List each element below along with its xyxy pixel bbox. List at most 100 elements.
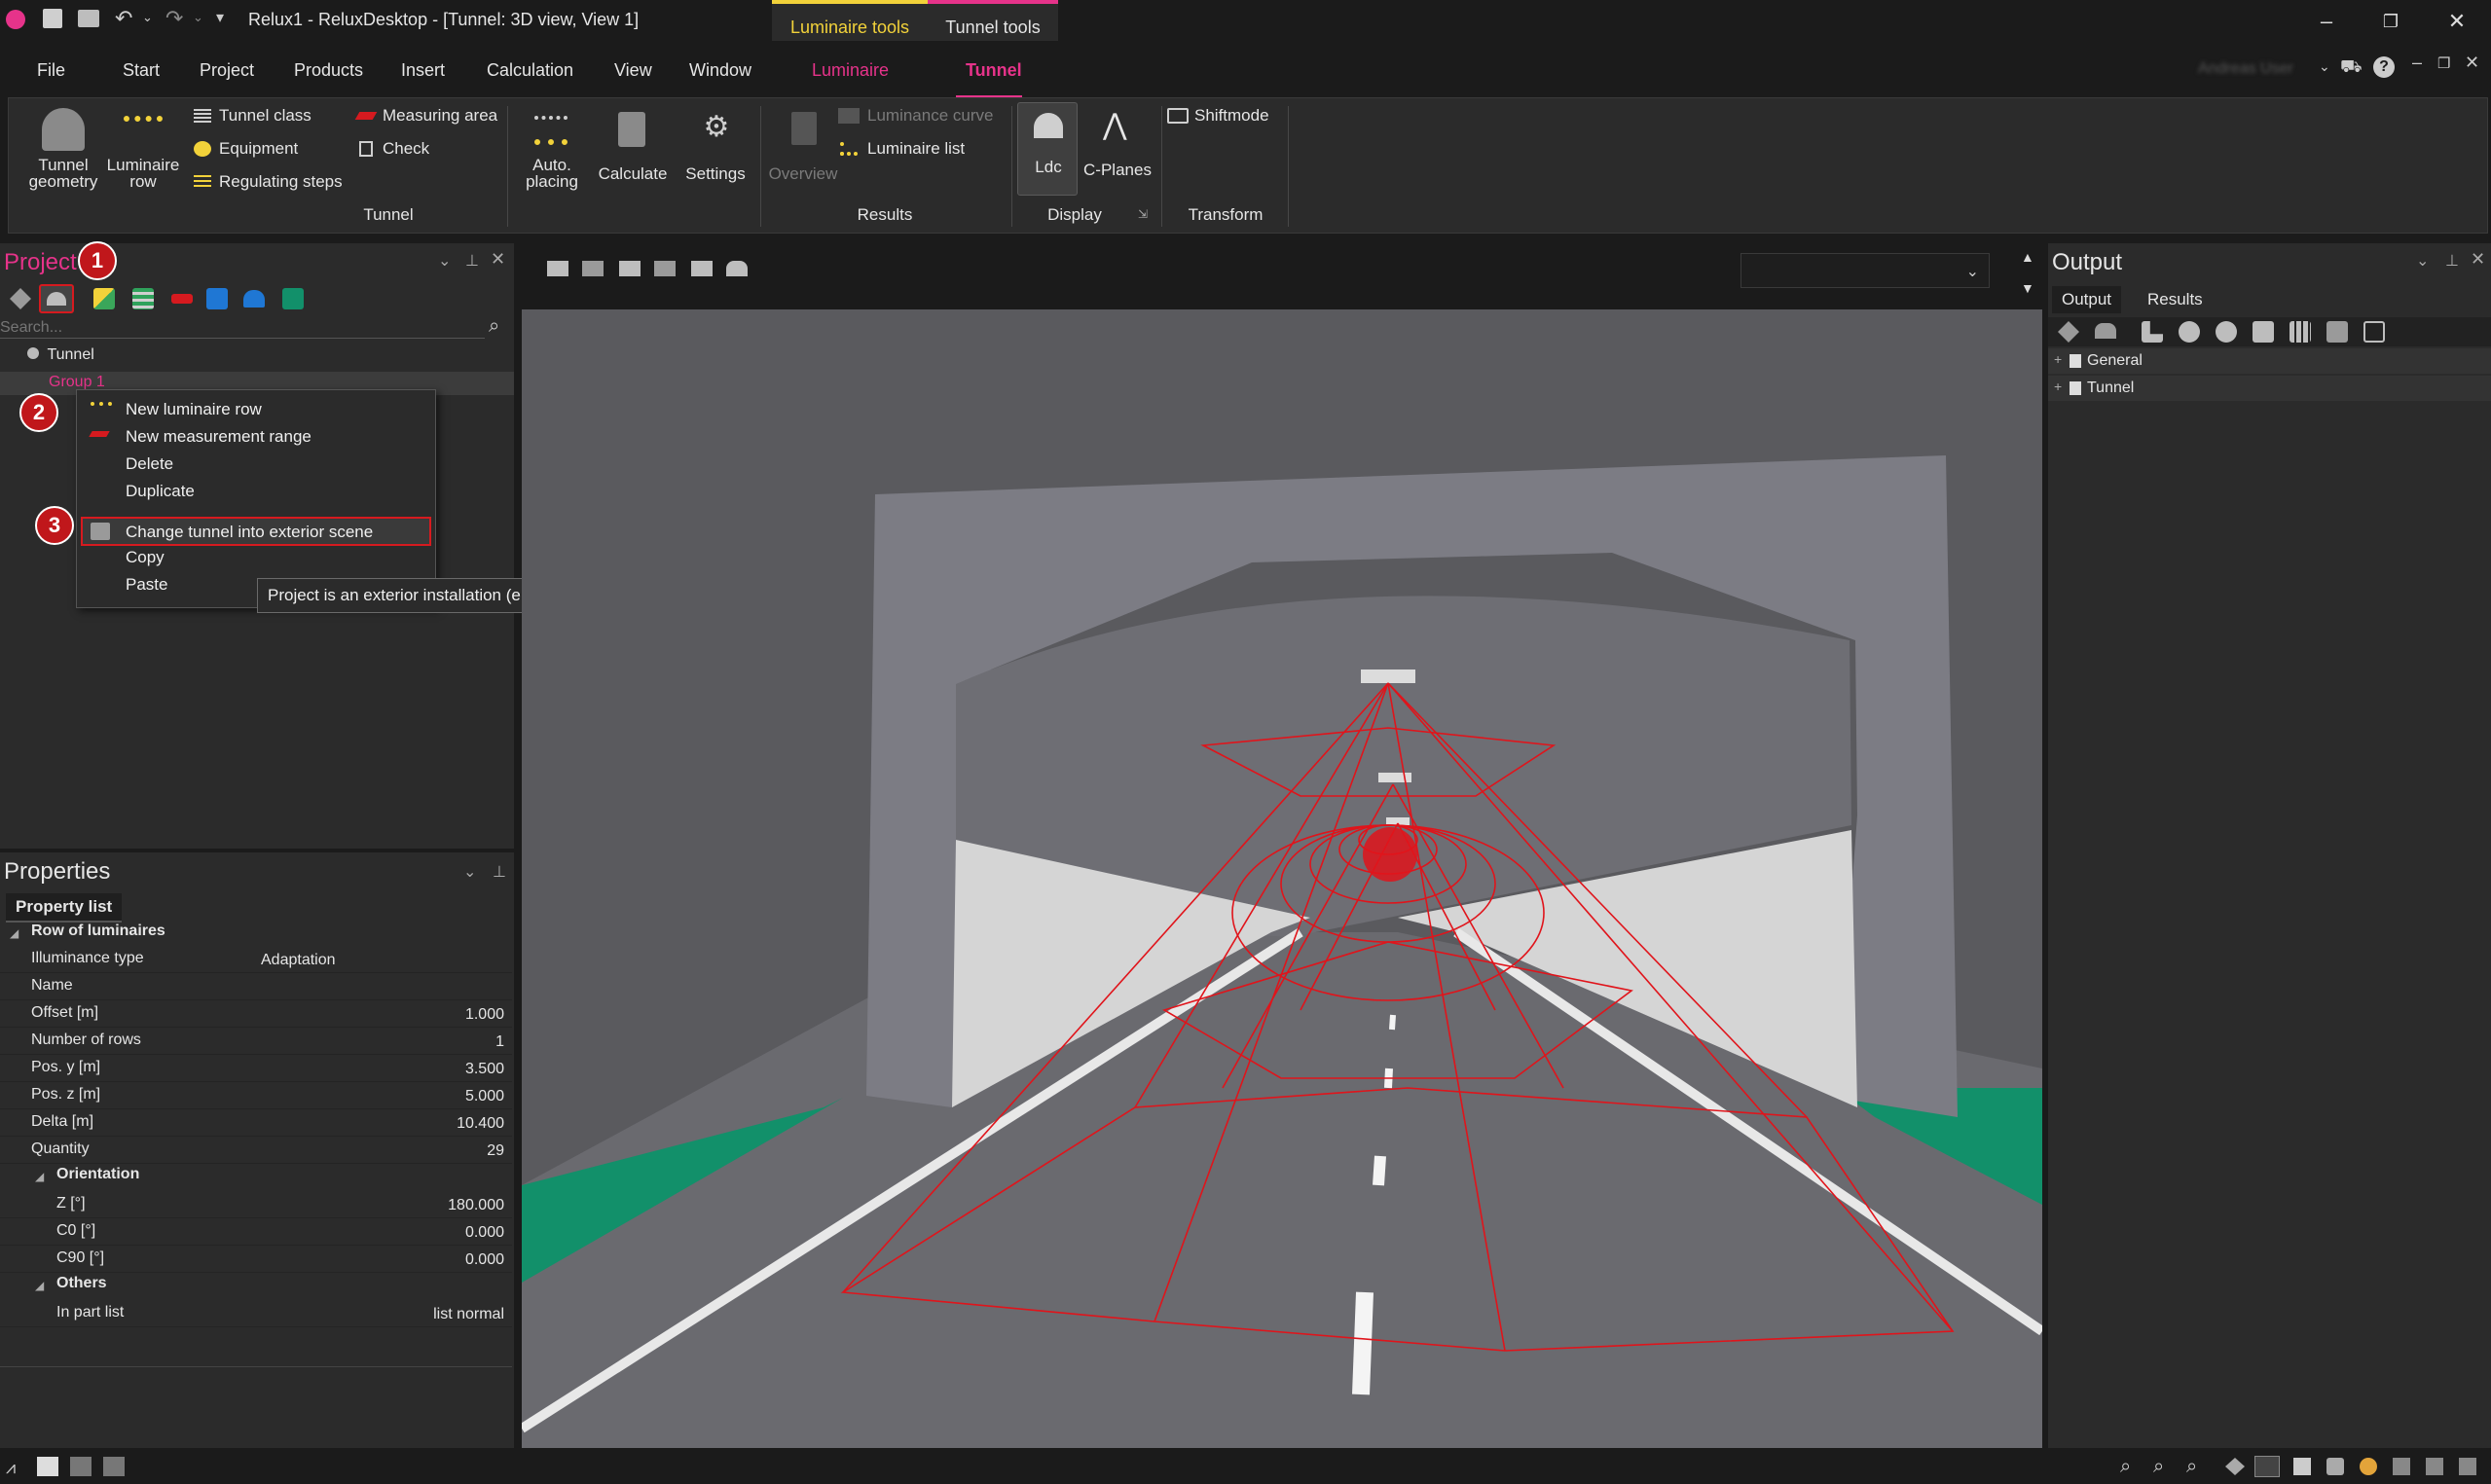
section-others[interactable]: ◢ Others xyxy=(0,1273,512,1298)
layout-image-icon[interactable] xyxy=(103,1457,125,1476)
view-tool-side-icon[interactable] xyxy=(619,261,641,276)
output-table-icon[interactable] xyxy=(2290,321,2311,343)
output-close-icon[interactable]: ✕ xyxy=(2471,249,2485,270)
property-row[interactable]: Z [°] 180.000 xyxy=(0,1191,512,1218)
property-row[interactable]: Delta [m] 10.400 xyxy=(0,1109,512,1137)
view-tool-grid-icon[interactable] xyxy=(547,261,568,276)
undo-dropdown-icon[interactable]: ⌄ xyxy=(142,10,153,25)
search-icon[interactable]: ⌕ xyxy=(489,315,499,338)
emergency-exit-tool-icon[interactable] xyxy=(282,288,304,309)
display-dialog-launcher-icon[interactable]: ⇲ xyxy=(1138,207,1148,221)
menu-window[interactable]: Window xyxy=(689,60,751,81)
panel-dropdown-icon[interactable]: ⌄ xyxy=(438,251,451,271)
search-input[interactable] xyxy=(0,317,477,339)
property-row[interactable]: C0 [°] 0.000 xyxy=(0,1218,512,1246)
3d-viewport[interactable] xyxy=(522,309,2042,1448)
menu-item-new-luminaire-row[interactable]: New luminaire row xyxy=(126,400,262,419)
output-dropdown-icon[interactable]: ⌄ xyxy=(2416,251,2429,271)
auto-placing-button[interactable]: Auto. placing xyxy=(509,106,595,213)
menu-item-delete[interactable]: Delete xyxy=(126,454,173,474)
exterior-view-icon[interactable] xyxy=(2225,1458,2245,1475)
view-tool-perspective-icon[interactable] xyxy=(691,261,713,276)
section-row-of-luminaires[interactable]: ◢ Row of luminaires xyxy=(0,921,512,946)
ldc-button[interactable]: Ldc xyxy=(1017,102,1078,196)
zoom-icon[interactable]: ⌕ xyxy=(2120,1456,2131,1478)
collapse-icon[interactable]: ◢ xyxy=(35,1170,44,1183)
collapse-icon[interactable]: ◢ xyxy=(35,1279,44,1292)
property-row[interactable]: Quantity 29 xyxy=(0,1137,512,1164)
render-icon[interactable] xyxy=(2459,1458,2476,1475)
property-row[interactable]: Offset [m] 1.000 xyxy=(0,1000,512,1028)
account-name[interactable]: Andreas User xyxy=(2198,60,2293,78)
property-value[interactable]: list normal xyxy=(433,1306,504,1323)
close-icon[interactable]: ✕ xyxy=(2437,8,2476,35)
property-value[interactable]: 1 xyxy=(495,1033,504,1051)
properties-pin-icon[interactable]: ⊥ xyxy=(493,862,506,882)
menu-view[interactable]: View xyxy=(614,60,652,81)
tunnel-view-icon[interactable] xyxy=(2254,1456,2280,1477)
quick-access-customize-icon[interactable]: ▾ xyxy=(216,8,224,27)
luminaire-tool-icon[interactable] xyxy=(93,288,115,309)
vehicle-tool-icon[interactable] xyxy=(243,290,265,308)
property-value[interactable]: 10.400 xyxy=(457,1115,504,1133)
account-dropdown-icon[interactable]: ⌄ xyxy=(2319,58,2330,75)
pin-icon[interactable]: ⊥ xyxy=(465,251,479,271)
search-box[interactable] xyxy=(0,317,485,339)
property-row[interactable]: Pos. z [m] 5.000 xyxy=(0,1082,512,1109)
doc-close-icon[interactable]: ✕ xyxy=(2465,53,2479,73)
output-3d-icon[interactable] xyxy=(2179,321,2200,343)
collapse-icon[interactable]: ◢ xyxy=(10,926,18,940)
property-row[interactable]: In part list list normal xyxy=(0,1300,512,1327)
layout-split-icon[interactable] xyxy=(70,1457,92,1476)
settings-button[interactable]: ⚙ Settings xyxy=(675,106,756,213)
zoom-out-icon[interactable]: ⌕ xyxy=(2186,1456,2197,1478)
output-tree-item-tunnel[interactable]: + Tunnel xyxy=(2048,376,2491,401)
false-color-icon[interactable] xyxy=(2393,1458,2410,1475)
object-tool-icon[interactable] xyxy=(206,288,228,309)
property-list-tab[interactable]: Property list xyxy=(6,893,123,923)
print-icon[interactable] xyxy=(78,10,99,27)
luminaire-row-button[interactable]: Luminaire row xyxy=(96,106,190,196)
restore-icon[interactable]: ❐ xyxy=(2371,8,2410,35)
redo-dropdown-icon[interactable]: ⌄ xyxy=(193,10,203,25)
view-tool-top-icon[interactable] xyxy=(654,261,676,276)
undo-icon[interactable]: ↶ xyxy=(115,6,132,31)
properties-dropdown-icon[interactable]: ⌄ xyxy=(463,862,476,882)
menu-insert[interactable]: Insert xyxy=(401,60,445,81)
status-mode-icon[interactable]: ⩘ xyxy=(6,1458,16,1478)
output-room-icon[interactable] xyxy=(2142,321,2163,343)
menu-file[interactable]: File xyxy=(37,60,65,81)
app-logo-icon[interactable] xyxy=(6,10,25,29)
calculate-button[interactable]: Calculate xyxy=(589,106,677,213)
menu-luminaire[interactable]: Luminaire xyxy=(812,60,889,81)
menu-tunnel[interactable]: Tunnel xyxy=(966,60,1022,81)
luminaire-row-tool-icon[interactable] xyxy=(132,288,154,309)
menu-item-duplicate[interactable]: Duplicate xyxy=(126,482,195,501)
doc-restore-icon[interactable]: ❐ xyxy=(2437,54,2450,72)
property-value[interactable]: 29 xyxy=(487,1142,504,1160)
help-icon[interactable]: ? xyxy=(2373,56,2395,78)
output-document-icon[interactable] xyxy=(2253,321,2274,343)
minimize-icon[interactable]: – xyxy=(2307,8,2346,35)
view-tool-front-icon[interactable] xyxy=(582,261,604,276)
section-orientation[interactable]: ◢ Orientation xyxy=(0,1164,512,1189)
property-value[interactable]: 5.000 xyxy=(465,1088,504,1105)
property-value[interactable]: 1.000 xyxy=(465,1006,504,1024)
property-row[interactable]: Number of rows 1 xyxy=(0,1028,512,1055)
property-value[interactable]: Adaptation xyxy=(261,952,336,969)
property-value[interactable]: 0.000 xyxy=(465,1224,504,1242)
cube-view-icon[interactable] xyxy=(2326,1458,2344,1475)
c-planes-button[interactable]: ⋀ C-Planes xyxy=(1080,102,1155,196)
menu-item-change-tunnel-highlight[interactable]: Change tunnel into exterior scene xyxy=(81,517,431,546)
tree-item-tunnel[interactable]: Tunnel xyxy=(27,346,94,364)
property-row[interactable]: Name xyxy=(0,973,512,1000)
menu-project[interactable]: Project xyxy=(200,60,254,81)
tab-results[interactable]: Results xyxy=(2138,286,2213,313)
menu-item-paste[interactable]: Paste xyxy=(126,575,167,595)
cart-icon[interactable]: ⛟ xyxy=(2340,56,2363,80)
save-icon[interactable] xyxy=(43,9,62,28)
view-tool-tunnel-icon[interactable] xyxy=(726,261,748,276)
contextual-tab-luminaire-tools[interactable]: Luminaire tools xyxy=(772,0,928,41)
output-tunnel-icon[interactable] xyxy=(2095,323,2116,339)
measuring-area-tool-icon[interactable] xyxy=(171,294,193,304)
